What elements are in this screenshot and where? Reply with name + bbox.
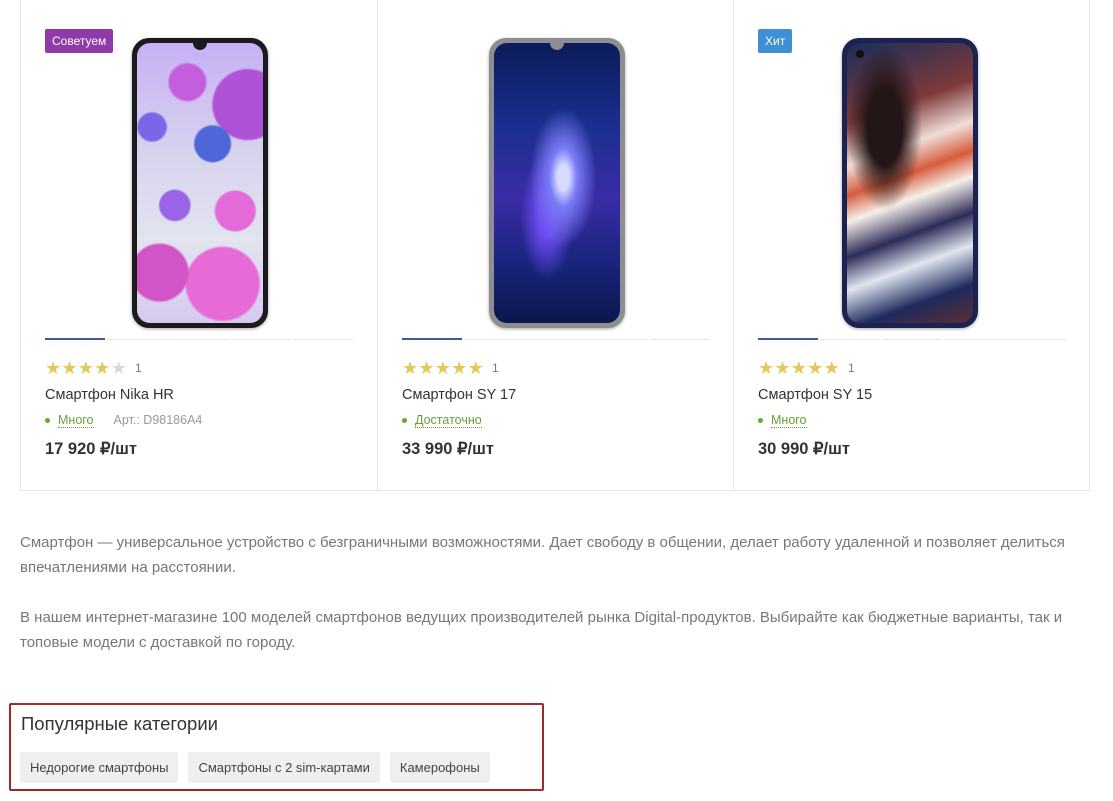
stock-dot-icon	[758, 417, 763, 423]
product-card[interactable]: Хит ★ ★ ★ ★ ★ 1 Смартфон SY 15 Много 30 …	[733, 0, 1089, 490]
star-icon: ★	[61, 358, 78, 378]
stock-label[interactable]: Достаточно	[415, 413, 482, 428]
product-image[interactable]	[489, 38, 625, 328]
product-title[interactable]: Смартфон SY 15	[758, 387, 872, 403]
phone-notch	[550, 43, 564, 50]
category-description: Смартфон — универсальное устройство с бе…	[20, 534, 1065, 576]
stock-label[interactable]: Много	[58, 413, 94, 428]
popular-categories-title: Популярные категории	[21, 713, 219, 734]
star-icon: ★	[110, 358, 127, 378]
review-count[interactable]: 1	[135, 361, 142, 375]
gallery-dot[interactable]	[464, 339, 524, 340]
star-icon: ★	[467, 358, 484, 378]
gallery-dot[interactable]	[1006, 339, 1066, 340]
gallery-dot[interactable]	[758, 338, 818, 340]
product-badge: Советуем	[45, 29, 114, 53]
star-icon: ★	[807, 358, 824, 378]
star-icon: ★	[774, 358, 791, 378]
product-title[interactable]: Смартфон SY 17	[402, 387, 516, 403]
product-grid: Советуем ★ ★ ★ ★ ★ 1 Смартфон Nika HR Мн…	[20, 0, 1090, 491]
product-image[interactable]	[132, 38, 268, 328]
star-icon: ★	[758, 358, 775, 378]
stock-status: Много Арт.: D98186A4	[45, 412, 202, 428]
product-rating[interactable]: ★ ★ ★ ★ ★ 1	[758, 359, 855, 377]
star-icon: ★	[45, 358, 62, 378]
image-gallery-indicator[interactable]	[45, 338, 353, 340]
product-price: 17 920 ₽/шт	[45, 440, 137, 458]
category-description: В нашем интернет-магазине 100 моделей см…	[20, 609, 1063, 651]
star-icon: ★	[434, 358, 451, 378]
star-icon: ★	[451, 358, 468, 378]
stock-status: Много	[758, 412, 807, 428]
gallery-dot[interactable]	[944, 339, 1004, 340]
product-card[interactable]: Советуем ★ ★ ★ ★ ★ 1 Смартфон Nika HR Мн…	[21, 0, 377, 490]
phone-notch	[193, 43, 207, 50]
gallery-dot[interactable]	[650, 339, 710, 340]
stock-dot-icon	[45, 417, 50, 423]
gallery-dot[interactable]	[107, 339, 167, 340]
product-image[interactable]	[842, 38, 978, 328]
star-icon: ★	[823, 358, 840, 378]
phone-screen	[847, 43, 973, 323]
gallery-dot[interactable]	[402, 338, 462, 340]
gallery-dot[interactable]	[231, 339, 291, 340]
gallery-dot[interactable]	[882, 339, 942, 340]
gallery-dot[interactable]	[820, 339, 880, 340]
category-chips: Недорогие смартфоны Смартфоны с 2 sim-ка…	[20, 752, 490, 783]
gallery-dot[interactable]	[45, 338, 105, 340]
stock-dot-icon	[402, 417, 407, 423]
category-chip[interactable]: Камерофоны	[389, 752, 490, 783]
product-rating[interactable]: ★ ★ ★ ★ ★ 1	[402, 359, 499, 377]
stock-status: Достаточно	[402, 412, 482, 428]
product-badge: Хит	[758, 29, 793, 53]
review-count[interactable]: 1	[492, 361, 499, 375]
phone-screen	[137, 43, 263, 323]
product-title[interactable]: Смартфон Nika HR	[45, 387, 174, 403]
review-count[interactable]: 1	[848, 361, 855, 375]
camera-hole	[856, 50, 864, 58]
star-icon: ★	[418, 358, 435, 378]
product-sku: Арт.: D98186A4	[113, 413, 203, 427]
star-icon: ★	[790, 358, 807, 378]
category-chip[interactable]: Смартфоны с 2 sim-картами	[188, 752, 380, 783]
product-price: 30 990 ₽/шт	[758, 440, 850, 458]
star-icon: ★	[94, 358, 111, 378]
star-icon: ★	[77, 358, 94, 378]
stock-label[interactable]: Много	[771, 413, 807, 428]
phone-screen	[494, 43, 620, 323]
gallery-dot[interactable]	[293, 339, 353, 340]
gallery-dot[interactable]	[526, 339, 586, 340]
product-card[interactable]: ★ ★ ★ ★ ★ 1 Смартфон SY 17 Достаточно 33…	[377, 0, 733, 490]
popular-categories: Популярные категории Недорогие смартфоны…	[9, 703, 544, 791]
category-chip[interactable]: Недорогие смартфоны	[20, 752, 179, 783]
product-price: 33 990 ₽/шт	[402, 440, 494, 458]
image-gallery-indicator[interactable]	[758, 338, 1066, 340]
gallery-dot[interactable]	[588, 339, 648, 340]
star-icon: ★	[402, 358, 419, 378]
product-rating[interactable]: ★ ★ ★ ★ ★ 1	[45, 359, 142, 377]
gallery-dot[interactable]	[169, 339, 229, 340]
image-gallery-indicator[interactable]	[402, 338, 710, 340]
